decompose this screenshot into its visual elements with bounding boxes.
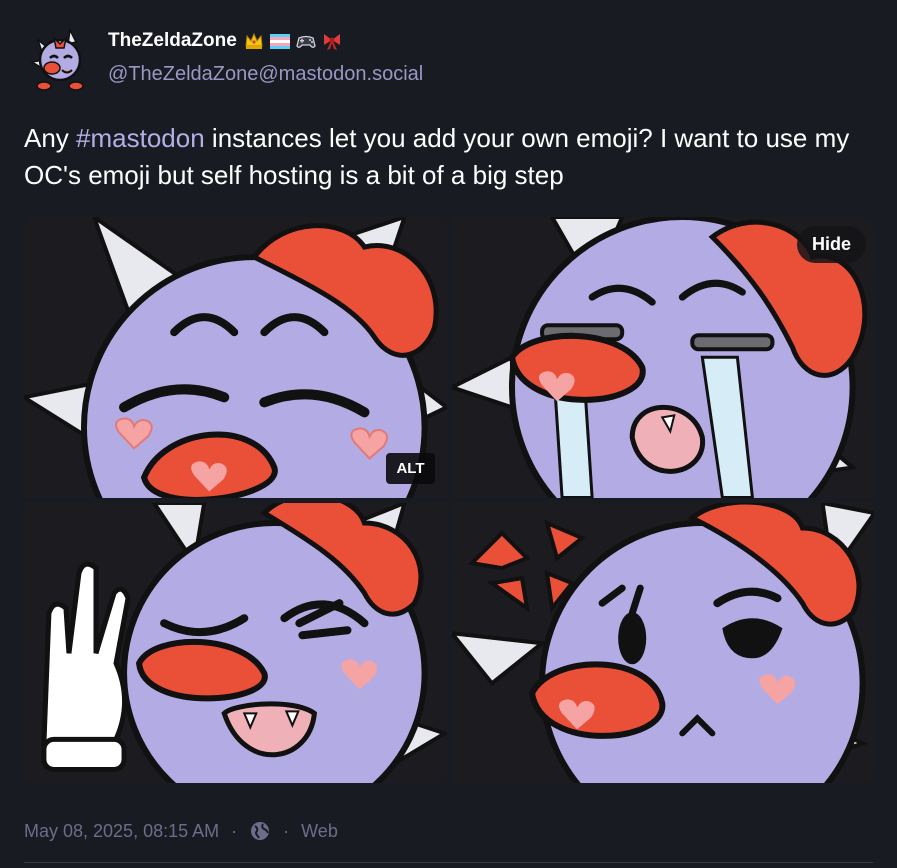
- waving-wink-emoji-image: [24, 502, 447, 783]
- angry-emoji-image: [451, 502, 874, 783]
- media-image[interactable]: [451, 502, 874, 783]
- timestamp-link[interactable]: May 08, 2025, 08:15 AM: [24, 821, 219, 842]
- display-name-text[interactable]: TheZeldaZone: [108, 30, 237, 52]
- badge-list: [243, 30, 343, 52]
- account-handle[interactable]: @TheZeldaZone@mastodon.social: [108, 63, 423, 86]
- globe-icon: [251, 822, 270, 840]
- avatar[interactable]: [24, 22, 96, 94]
- meta-separator: ·: [283, 820, 290, 841]
- media-image[interactable]: Hide: [451, 217, 874, 498]
- status-card: TheZeldaZone @TheZeldaZone@mastodon.soci…: [0, 0, 897, 868]
- application-name: Web: [301, 820, 338, 841]
- trans-flag-emoji-icon: [269, 34, 290, 49]
- media-gallery: ALT Hide: [24, 217, 874, 783]
- alt-text-button[interactable]: ALT: [386, 452, 435, 484]
- hashtag-link[interactable]: #mastodon: [76, 123, 205, 153]
- content-smile-emoji-image: [24, 217, 447, 498]
- media-image[interactable]: [24, 502, 447, 783]
- divider: [24, 862, 873, 863]
- media-image[interactable]: ALT: [24, 217, 447, 498]
- hide-media-button[interactable]: Hide: [796, 226, 866, 263]
- ribbon-emoji-icon: [323, 34, 340, 50]
- status-meta: May 08, 2025, 08:15 AM · · Web: [24, 820, 338, 842]
- meta-separator: ·: [231, 820, 238, 841]
- status-content: Any #mastodon instances let you add your…: [24, 120, 874, 194]
- crown-emoji-icon: [245, 32, 263, 49]
- display-name[interactable]: TheZeldaZone: [108, 30, 343, 52]
- content-text: Any: [24, 123, 77, 153]
- gamepad-emoji-icon: [296, 35, 316, 48]
